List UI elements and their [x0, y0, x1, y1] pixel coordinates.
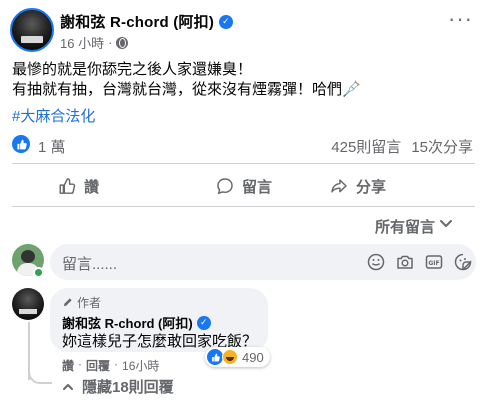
gif-icon[interactable]: GIF — [424, 252, 444, 272]
comment-reply-link[interactable]: 回覆 — [86, 357, 110, 374]
comment-actions: 讚 · 回覆 · 16小時 — [62, 357, 160, 374]
comment-reaction-count: 490 — [242, 349, 264, 365]
divider — [12, 206, 475, 207]
comment-reactions[interactable]: 490 — [205, 347, 270, 367]
chevron-up-icon — [63, 383, 73, 390]
camera-icon[interactable] — [395, 252, 415, 272]
online-status-dot — [33, 267, 44, 278]
reaction-count[interactable]: 1 萬 — [38, 136, 66, 157]
page-avatar[interactable] — [10, 8, 54, 52]
hide-replies-button[interactable]: 隱藏18則回覆 — [62, 376, 174, 397]
hashtag-link[interactable]: #大麻合法化 — [12, 105, 95, 126]
more-options-icon[interactable]: ··· — [448, 8, 473, 30]
verified-icon: ✓ — [219, 14, 234, 29]
share-count[interactable]: 15次分享 — [411, 136, 473, 157]
comment-like-link[interactable]: 讚 — [62, 357, 74, 374]
sticker-icon[interactable] — [453, 252, 473, 272]
like-icon — [59, 178, 76, 194]
chevron-down-icon[interactable] — [439, 216, 453, 232]
divider — [12, 163, 475, 164]
like-reaction-icon — [207, 349, 223, 365]
post-stats: 425則留言 15次分享 — [331, 136, 473, 157]
haha-reaction-icon — [222, 349, 238, 365]
comment-avatar[interactable] — [12, 288, 44, 320]
comment-sort-dropdown[interactable]: 所有留言 — [375, 216, 435, 237]
share-icon — [331, 179, 347, 193]
share-button[interactable]: 分享 — [330, 175, 386, 197]
author-name[interactable]: 謝和弦 R-chord (阿扣) — [60, 11, 214, 32]
author-badge: 作者 — [62, 294, 101, 311]
like-button[interactable]: 讚 — [58, 175, 99, 197]
thread-connector — [28, 370, 52, 384]
svg-text:GIF: GIF — [428, 260, 439, 267]
post-meta: 16 小時 · — [60, 33, 129, 52]
post-time[interactable]: 16 小時 — [60, 33, 104, 52]
emoji-icon[interactable] — [366, 252, 386, 272]
pen-icon — [63, 298, 72, 307]
comment-count[interactable]: 425則留言 — [331, 136, 401, 157]
globe-icon — [116, 36, 129, 49]
post-line-2: 有抽就有抽，台灣就台灣，從來沒有煙霧彈！哈們🩼 — [12, 81, 361, 98]
like-reaction-icon[interactable] — [12, 135, 30, 153]
post-author[interactable]: 謝和弦 R-chord (阿扣) ✓ — [60, 11, 234, 32]
comment-time[interactable]: 16小時 — [122, 357, 159, 374]
verified-icon: ✓ — [196, 315, 211, 330]
post-line-1: 最慘的就是你舔完之後人家還嫌臭！ — [12, 61, 253, 78]
comment-placeholder: 留言...... — [62, 256, 118, 273]
post-text: 最慘的就是你舔完之後人家還嫌臭！ 有抽就有抽，台灣就台灣，從來沒有煙霧彈！哈們🩼 — [12, 60, 361, 100]
comment-button[interactable]: 留言 — [216, 175, 272, 197]
comment-icon — [217, 178, 233, 195]
